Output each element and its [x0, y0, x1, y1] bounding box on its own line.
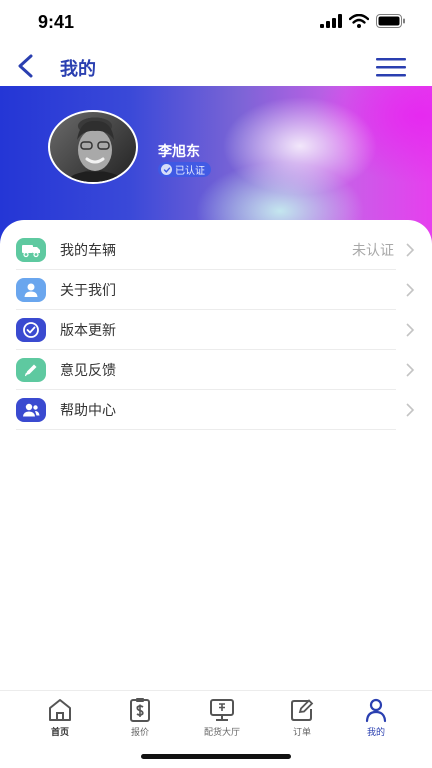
hamburger-menu-icon[interactable] — [376, 56, 406, 78]
tab-label: 我的 — [366, 728, 385, 738]
vehicle-status-value: 未认证 — [352, 242, 394, 259]
status-bar: 9:41 — [0, 0, 432, 46]
menu-list: 我的车辆 未认证 关于我们 版本更新 意见反馈 帮助中心 — [16, 230, 396, 430]
back-icon[interactable] — [14, 53, 38, 79]
avatar[interactable] — [48, 110, 138, 184]
verified-badge: 已认证 — [158, 162, 211, 177]
nav-bar: 我的 — [0, 46, 432, 86]
menu-item-label: 版本更新 — [60, 322, 116, 339]
menu-item-my-vehicles[interactable]: 我的车辆 未认证 — [16, 230, 396, 270]
menu-item-version-update[interactable]: 版本更新 — [16, 310, 396, 350]
person-icon — [16, 277, 46, 302]
user-name: 李旭东 — [158, 144, 200, 160]
signal-icon — [320, 14, 342, 28]
tab-label: 报价 — [130, 728, 149, 738]
truck-icon — [16, 237, 46, 262]
verified-check-icon — [161, 164, 172, 175]
chevron-right-icon — [406, 323, 415, 337]
battery-icon — [376, 14, 405, 28]
tab-quote[interactable]: 报价 — [104, 697, 176, 741]
chevron-right-icon — [406, 243, 415, 257]
content-card: 我的车辆 未认证 关于我们 版本更新 意见反馈 帮助中心 — [0, 220, 432, 690]
verified-label: 已认证 — [175, 166, 205, 177]
menu-item-feedback[interactable]: 意见反馈 — [16, 350, 396, 390]
page-title: 我的 — [60, 59, 96, 80]
menu-item-help-center[interactable]: 帮助中心 — [16, 390, 396, 430]
clipboard-dollar-icon — [130, 698, 150, 722]
tab-label: 首页 — [50, 728, 69, 738]
tab-cargo-hall[interactable]: 配货大厅 — [186, 697, 258, 741]
status-icons — [320, 14, 406, 28]
menu-item-label: 意见反馈 — [60, 362, 116, 379]
tab-label: 配货大厅 — [203, 728, 240, 738]
menu-item-about-us[interactable]: 关于我们 — [16, 270, 396, 310]
pencil-icon — [16, 357, 46, 382]
chevron-right-icon — [406, 363, 415, 377]
menu-item-label: 帮助中心 — [60, 402, 116, 419]
check-badge-icon — [16, 317, 46, 342]
wifi-icon — [349, 14, 369, 28]
home-indicator — [141, 754, 291, 759]
tab-home[interactable]: 首页 — [24, 697, 96, 741]
chevron-right-icon — [406, 283, 415, 297]
edit-icon — [291, 699, 314, 721]
tab-mine[interactable]: 我的 — [340, 697, 412, 741]
monitor-icon — [210, 699, 234, 721]
people-icon — [16, 397, 46, 422]
chevron-right-icon — [406, 403, 415, 417]
status-time: 9:41 — [38, 12, 75, 32]
menu-item-label: 关于我们 — [60, 282, 116, 299]
home-icon — [49, 699, 71, 721]
tab-label: 订单 — [292, 728, 311, 738]
user-icon — [365, 698, 387, 723]
tab-orders[interactable]: 订单 — [266, 697, 338, 741]
menu-item-label: 我的车辆 — [60, 242, 116, 259]
